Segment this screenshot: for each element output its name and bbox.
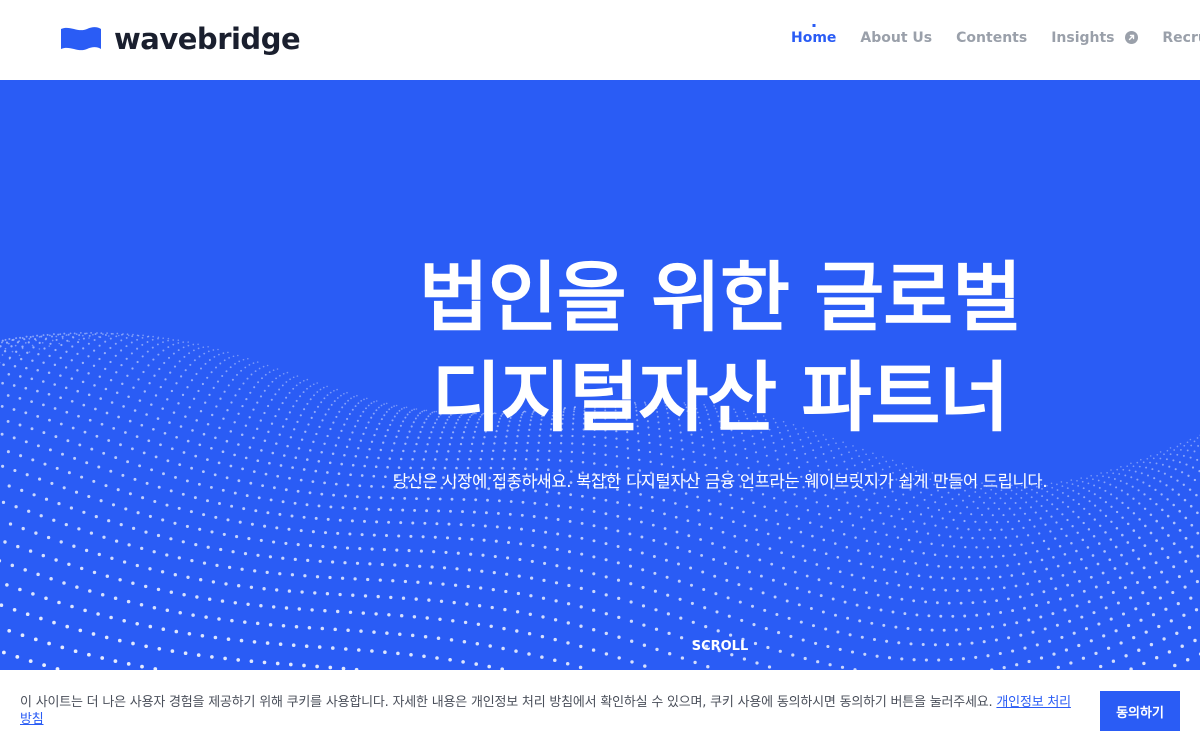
nav-home-label: Home bbox=[791, 30, 837, 46]
nav-about-us-label: About Us bbox=[860, 30, 933, 46]
main-nav: Home About Us Contents Insights Recruit bbox=[791, 24, 1200, 46]
logo[interactable]: wavebridge bbox=[60, 22, 301, 56]
nav-insights-label: Insights bbox=[1051, 30, 1115, 46]
hero-title-line2: 디지털자산 파트너 bbox=[431, 353, 1010, 442]
nav-contents[interactable]: Contents bbox=[956, 30, 1027, 46]
site-header: wavebridge Home About Us Contents Insigh… bbox=[0, 0, 1200, 80]
hero-title: 법인을 위한 글로벌 디지털자산 파트너 bbox=[300, 248, 1140, 448]
cookie-banner: 이 사이트는 더 나은 사용자 경험을 제공하기 위해 쿠키를 사용합니다. 자… bbox=[0, 670, 1200, 750]
nav-recruit-label: Recruit bbox=[1162, 30, 1200, 46]
hero-title-line1: 법인을 위한 글로벌 bbox=[418, 253, 1022, 342]
external-link-icon bbox=[1125, 30, 1139, 44]
hero-section: 법인을 위한 글로벌 디지털자산 파트너 당신은 시장에 집중하세요. 복잡한 … bbox=[0, 80, 1200, 670]
cookie-agree-button[interactable]: 동의하기 bbox=[1100, 691, 1180, 731]
nav-insights[interactable]: Insights bbox=[1051, 30, 1139, 46]
active-indicator bbox=[812, 24, 816, 27]
scroll-indicator[interactable]: SCROLL bbox=[660, 639, 780, 654]
hero-subtitle: 당신은 시장에 집중하세요. 복잡한 디지털자산 금융 인프라는 웨이브릿지가 … bbox=[392, 472, 1048, 491]
wave-flag-icon bbox=[61, 27, 101, 51]
page: wavebridge Home About Us Contents Insigh… bbox=[0, 0, 1200, 750]
nav-recruit[interactable]: Recruit bbox=[1162, 30, 1200, 46]
cookie-message-text: 이 사이트는 더 나은 사용자 경험을 제공하기 위해 쿠키를 사용합니다. 자… bbox=[20, 695, 997, 710]
nav-contents-label: Contents bbox=[956, 30, 1028, 46]
nav-about-us[interactable]: About Us bbox=[860, 30, 932, 46]
cookie-message: 이 사이트는 더 나은 사용자 경험을 제공하기 위해 쿠키를 사용합니다. 자… bbox=[20, 694, 1080, 728]
nav-home[interactable]: Home bbox=[791, 24, 837, 46]
brand-name: wavebridge bbox=[114, 22, 301, 56]
